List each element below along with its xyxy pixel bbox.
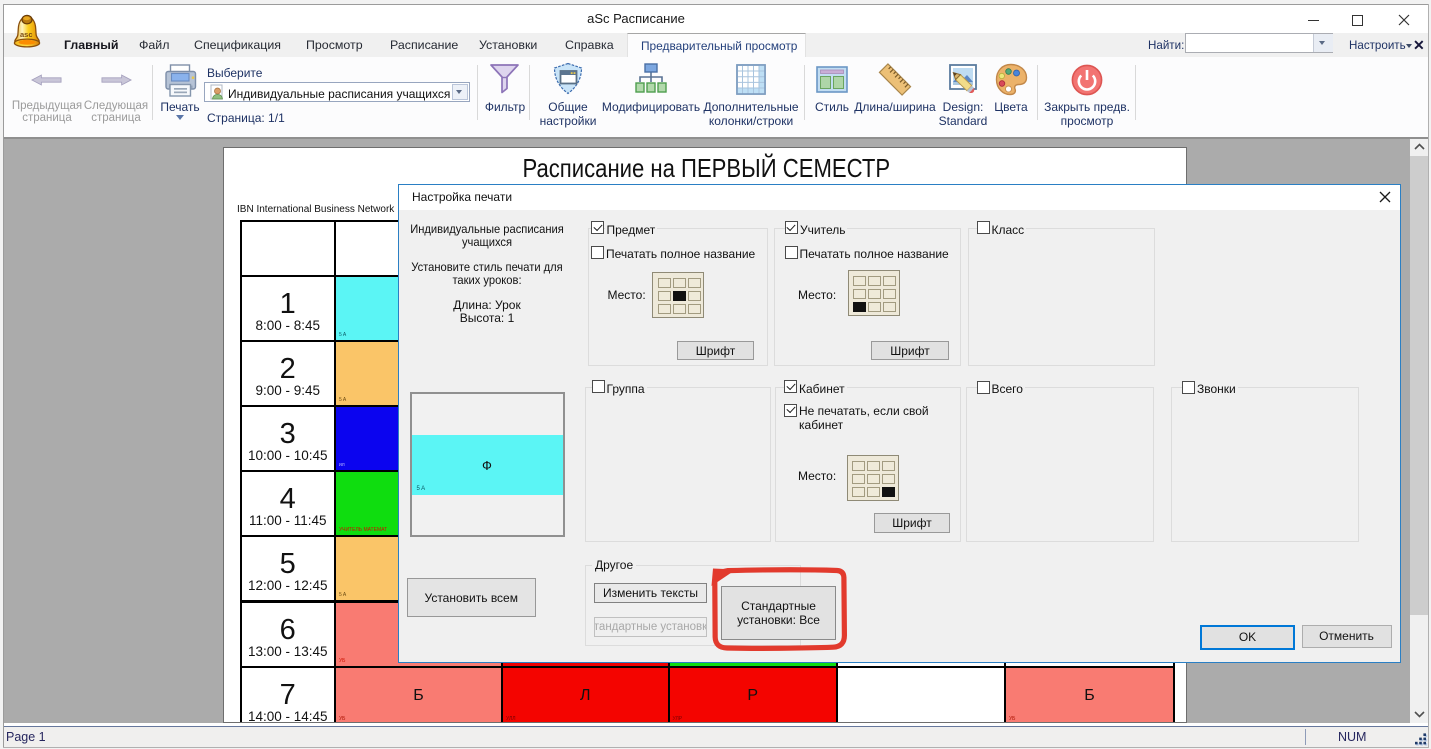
svg-text:asc: asc <box>20 30 33 39</box>
